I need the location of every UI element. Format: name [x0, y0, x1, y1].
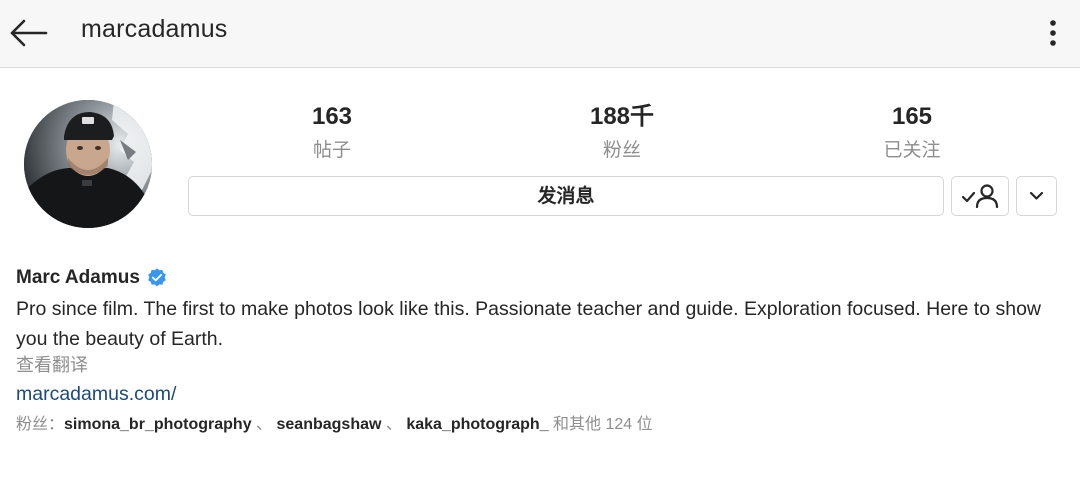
suggested-accounts-dropdown[interactable]	[1016, 176, 1057, 216]
chevron-down-icon	[1029, 191, 1044, 200]
verified-badge-icon	[148, 268, 166, 287]
profile-full-name: Marc Adamus	[16, 267, 168, 289]
full-name-text: Marc Adamus	[16, 267, 140, 288]
following-label: 已关注	[883, 139, 941, 161]
posts-count: 163	[311, 103, 353, 130]
bio-text: Pro since film. The first to make photos…	[16, 298, 1042, 350]
follower-account-link[interactable]: kaka_photograph_	[406, 416, 548, 433]
avatar[interactable]	[24, 100, 152, 228]
stat-following[interactable]: 165 已关注	[832, 100, 992, 166]
back-button[interactable]	[6, 14, 50, 54]
follower-account-link[interactable]: seanbagshaw	[277, 416, 382, 433]
user-check-icon	[961, 184, 999, 209]
separator: 、	[251, 416, 277, 433]
followers-count: 188千	[589, 103, 655, 130]
arrow-left-icon	[10, 19, 48, 47]
follower-account-link[interactable]: simona_br_photography	[64, 416, 252, 433]
message-button[interactable]: 发消息	[188, 176, 944, 216]
website-link[interactable]: marcadamus.com/	[16, 380, 176, 408]
see-translation-link[interactable]: 查看翻译	[16, 352, 88, 380]
followed-by-text: 粉丝：simona_br_photography 、 seanbagshaw 、…	[16, 413, 676, 437]
more-options-button[interactable]	[1038, 16, 1068, 50]
followed-by-suffix: 和其他 124 位	[548, 416, 653, 433]
vertical-dots-icon	[1050, 20, 1056, 46]
followed-by-prefix: 粉丝：	[16, 416, 65, 433]
stat-followers[interactable]: 188千 粉丝	[542, 100, 702, 166]
profile-photo	[24, 100, 152, 228]
profile-username: marcadamus	[81, 15, 228, 43]
following-count: 165	[891, 103, 933, 130]
top-app-bar: marcadamus	[0, 0, 1080, 68]
stat-posts[interactable]: 163 帖子	[252, 100, 412, 166]
posts-label: 帖子	[312, 139, 351, 161]
following-button[interactable]	[951, 176, 1009, 216]
separator: 、	[381, 416, 407, 433]
followers-label: 粉丝	[602, 139, 641, 161]
